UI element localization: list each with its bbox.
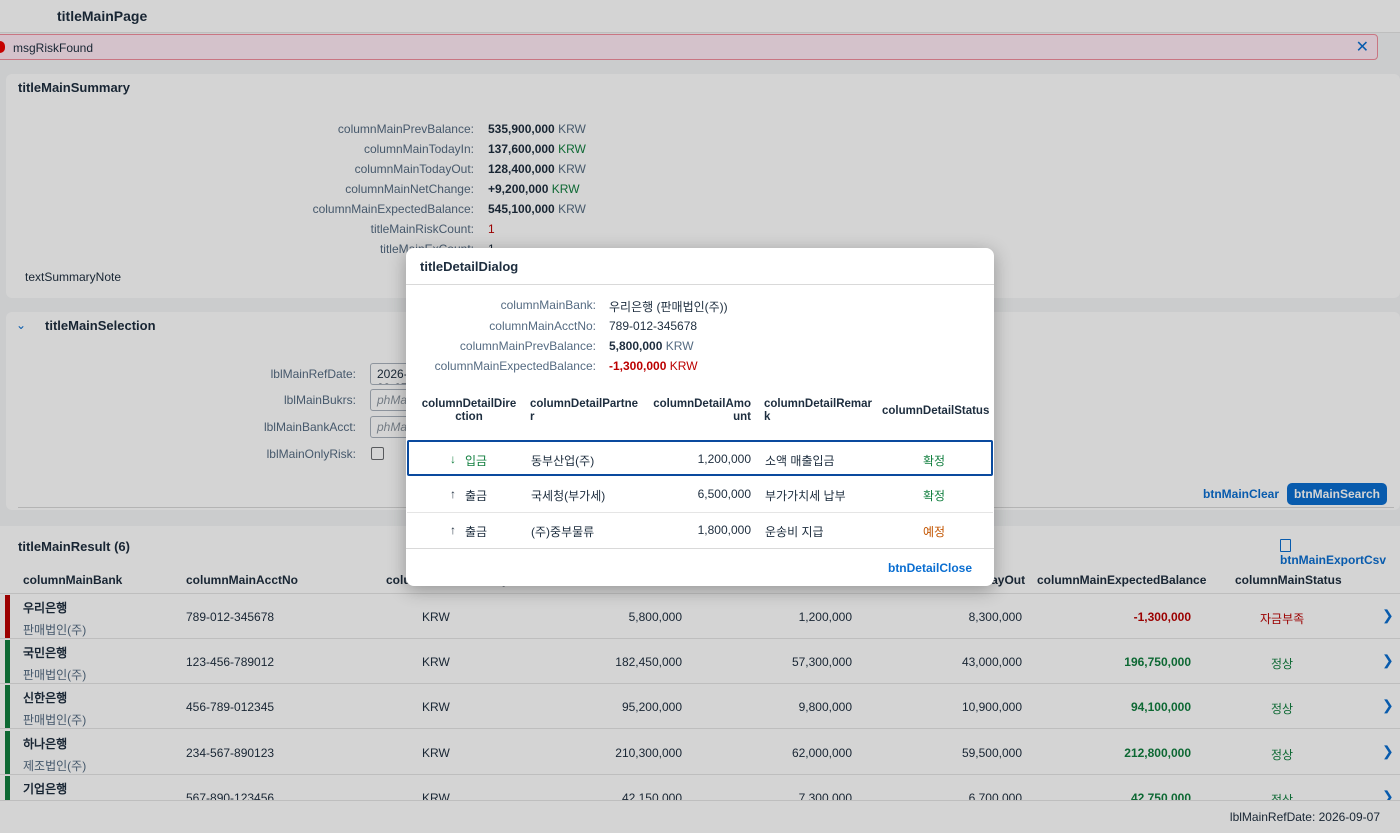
col-partner: columnDetailPartner [530,398,638,423]
status: 예정 [923,525,946,539]
col-amount: columnDetailAmount [653,398,751,423]
amount: 1,200,000 [697,452,751,466]
partner: (주)중부물류 [531,525,595,539]
partner: 국세청(부가세) [531,489,606,503]
arrow-down-icon: ↓ [450,452,456,466]
dialog-prev-value: 5,800,000 KRW [609,339,694,353]
dialog-acct-value: 789-012-345678 [609,319,698,333]
remark: 소액 매출입금 [765,454,835,468]
dialog-field: columnMainExpectedBalance: -1,300,000 KR… [406,359,994,377]
dialog-table-row[interactable]: ↑ 출금 (주)중부물류 1,800,000 운송비 지급 예정 [407,513,993,549]
col-remark: columnDetailRemark [764,398,873,423]
col-direction: columnDetailDirection [421,398,517,423]
remark: 부가가치세 납부 [765,489,846,503]
direction: 출금 [465,489,488,503]
dialog-title: titleDetailDialog [420,259,519,274]
dialog-field: columnMainAcctNo: 789-012-345678 [406,319,994,337]
dialog-close-button[interactable]: btnDetailClose [888,561,972,575]
dialog-footer: btnDetailClose [406,548,994,586]
dialog-table-header: columnDetailDirection columnDetailPartne… [406,398,994,438]
col-status: columnDetailStatus [882,405,990,417]
dialog-expected-value: -1,300,000 KRW [609,359,698,373]
dialog-prev-label: columnMainPrevBalance: [459,339,596,353]
remark: 운송비 지급 [765,525,824,539]
dialog-expected-label: columnMainExpectedBalance: [434,359,596,373]
dialog-acct-label: columnMainAcctNo: [489,319,596,333]
direction: 입금 [465,454,488,468]
dialog-table-row[interactable]: ↑ 출금 국세청(부가세) 6,500,000 부가가치세 납부 확정 [407,477,993,513]
amount: 6,500,000 [697,487,751,501]
dialog-field: columnMainPrevBalance: 5,800,000 KRW [406,339,994,357]
partner: 동부산업(주) [531,454,595,468]
detail-dialog: titleDetailDialog columnMainBank: 우리은행 (… [406,248,994,586]
dialog-field: columnMainBank: 우리은행 (판매법인(주)) [406,298,994,316]
dialog-bank-label: columnMainBank: [500,298,596,312]
dialog-bank-value: 우리은행 (판매법인(주)) [609,300,728,314]
status: 확정 [923,489,946,503]
dialog-header: titleDetailDialog [406,248,994,285]
dialog-table-row[interactable]: ↓ 입금 동부산업(주) 1,200,000 소액 매출입금 확정 [407,440,993,476]
amount: 1,800,000 [697,523,751,537]
status: 확정 [923,454,946,468]
direction: 출금 [465,525,488,539]
arrow-up-icon: ↑ [450,523,456,537]
arrow-up-icon: ↑ [450,487,456,501]
